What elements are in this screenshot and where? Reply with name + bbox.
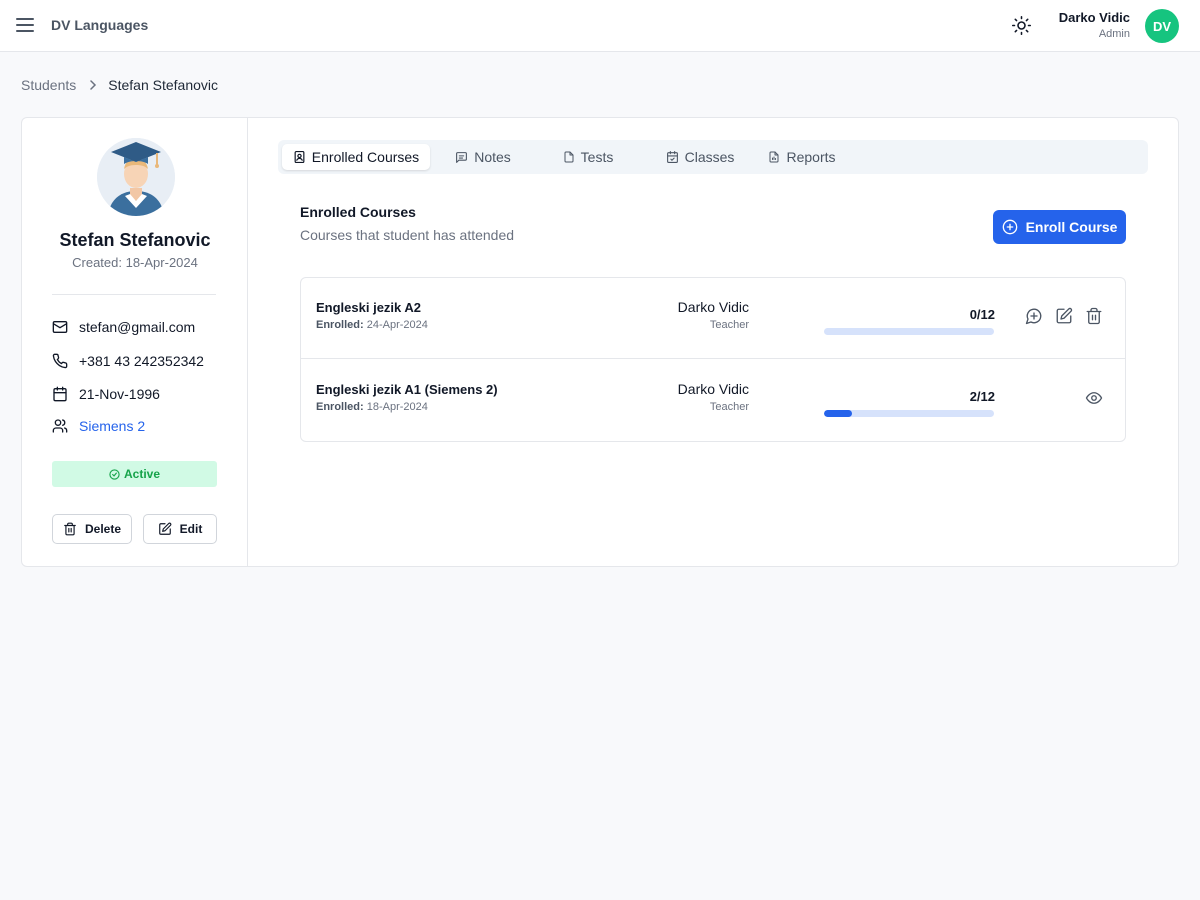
breadcrumb-students-link[interactable]: Students xyxy=(21,77,76,93)
status-badge: Active xyxy=(52,461,217,487)
student-phone: +381 43 242352342 xyxy=(79,353,204,369)
delete-label: Delete xyxy=(84,522,122,536)
edit-icon xyxy=(158,522,180,536)
tab-tests[interactable]: Tests xyxy=(553,144,623,170)
user-role: Admin xyxy=(1098,28,1130,40)
enrolled-date: 24-Apr-2024 xyxy=(366,319,428,331)
eye-icon[interactable] xyxy=(1085,389,1103,407)
course-name: Engleski jezik A1 (Siemens 2) xyxy=(316,382,498,397)
enroll-course-button[interactable]: Enroll Course xyxy=(993,210,1126,244)
divider xyxy=(52,294,216,295)
enrolled-label: Enrolled: xyxy=(316,319,364,331)
tab-label: Reports xyxy=(786,149,836,165)
phone-row: +381 43 242352342 xyxy=(52,353,204,369)
birthdate-row: 21-Nov-1996 xyxy=(52,386,160,402)
progress-bar xyxy=(824,328,994,335)
progress-fill xyxy=(824,410,853,417)
trash-icon[interactable] xyxy=(1085,307,1103,325)
teacher-name: Darko Vidic xyxy=(677,381,749,397)
check-circle-icon xyxy=(109,468,124,480)
course-row: Engleski jezik A2 Enrolled: 24-Apr-2024 … xyxy=(301,278,1125,359)
calendar-icon xyxy=(52,386,68,402)
profile-panel: Stefan Stefanovic Created: 18-Apr-2024 s… xyxy=(22,118,248,566)
progress-text: 2/12 xyxy=(969,389,995,404)
student-card: Stefan Stefanovic Created: 18-Apr-2024 s… xyxy=(21,117,1179,567)
tab-label: Classes xyxy=(684,149,735,165)
calendar-check-icon xyxy=(666,150,685,164)
email-row: stefan@gmail.com xyxy=(52,319,195,335)
chevron-right-icon xyxy=(89,80,97,90)
message-icon xyxy=(455,151,474,164)
enrolled-date: 18-Apr-2024 xyxy=(366,401,428,413)
tab-classes[interactable]: Classes xyxy=(652,144,748,170)
enroll-course-label: Enroll Course xyxy=(1025,219,1118,235)
contact-icon xyxy=(293,150,312,164)
mail-icon xyxy=(52,319,68,335)
student-avatar xyxy=(97,138,175,216)
app-title: DV Languages xyxy=(51,17,149,33)
teacher-role: Teacher xyxy=(709,401,749,413)
sun-icon[interactable] xyxy=(1011,15,1032,36)
tab-label: Enrolled Courses xyxy=(311,149,420,165)
edit-label: Edit xyxy=(179,522,203,536)
tab-label: Notes xyxy=(474,149,511,165)
edit-icon[interactable] xyxy=(1055,307,1073,325)
student-group-link[interactable]: Siemens 2 xyxy=(79,418,145,434)
section-title: Enrolled Courses xyxy=(300,204,416,220)
student-created-date: Created: 18-Apr-2024 xyxy=(72,255,198,270)
breadcrumb: Students Stefan Stefanovic xyxy=(21,77,218,93)
section-subtitle: Courses that student has attended xyxy=(300,227,515,243)
menu-icon[interactable] xyxy=(15,16,35,34)
course-enrolled-date: Enrolled: 18-Apr-2024 xyxy=(316,401,428,413)
tab-notes[interactable]: Notes xyxy=(446,144,520,170)
trash-icon xyxy=(63,522,85,536)
delete-button[interactable]: Delete xyxy=(52,514,132,544)
breadcrumb-current: Stefan Stefanovic xyxy=(108,77,219,93)
enrolled-label: Enrolled: xyxy=(316,401,364,413)
progress-text: 0/12 xyxy=(969,307,995,322)
course-name: Engleski jezik A2 xyxy=(316,300,422,315)
user-name: Darko Vidic xyxy=(1058,10,1130,25)
message-plus-icon[interactable] xyxy=(1025,307,1043,325)
course-list: Engleski jezik A2 Enrolled: 24-Apr-2024 … xyxy=(300,277,1126,442)
group-row[interactable]: Siemens 2 xyxy=(52,418,145,434)
course-enrolled-date: Enrolled: 24-Apr-2024 xyxy=(316,319,428,331)
teacher-role: Teacher xyxy=(709,319,749,331)
course-row: Engleski jezik A1 (Siemens 2) Enrolled: … xyxy=(301,360,1125,441)
student-name: Stefan Stefanovic xyxy=(59,230,211,250)
edit-button[interactable]: Edit xyxy=(143,514,217,544)
student-birthdate: 21-Nov-1996 xyxy=(79,386,160,402)
tab-label: Tests xyxy=(580,149,614,165)
progress-bar xyxy=(824,410,994,417)
teacher-name: Darko Vidic xyxy=(677,299,749,315)
file-icon xyxy=(563,150,581,164)
user-avatar[interactable]: DV xyxy=(1145,9,1179,43)
tab-enrolled-courses[interactable]: Enrolled Courses xyxy=(282,144,430,170)
tab-bar: Enrolled Courses Notes Tests Classes Rep… xyxy=(278,140,1148,174)
top-bar: DV Languages Darko Vidic Admin DV xyxy=(0,0,1200,52)
phone-icon xyxy=(52,353,68,369)
student-email: stefan@gmail.com xyxy=(79,319,196,335)
tab-reports[interactable]: Reports xyxy=(757,144,847,170)
users-icon xyxy=(52,418,68,434)
file-chart-icon xyxy=(768,150,786,164)
status-label: Active xyxy=(123,467,161,481)
plus-circle-icon xyxy=(1002,219,1026,235)
